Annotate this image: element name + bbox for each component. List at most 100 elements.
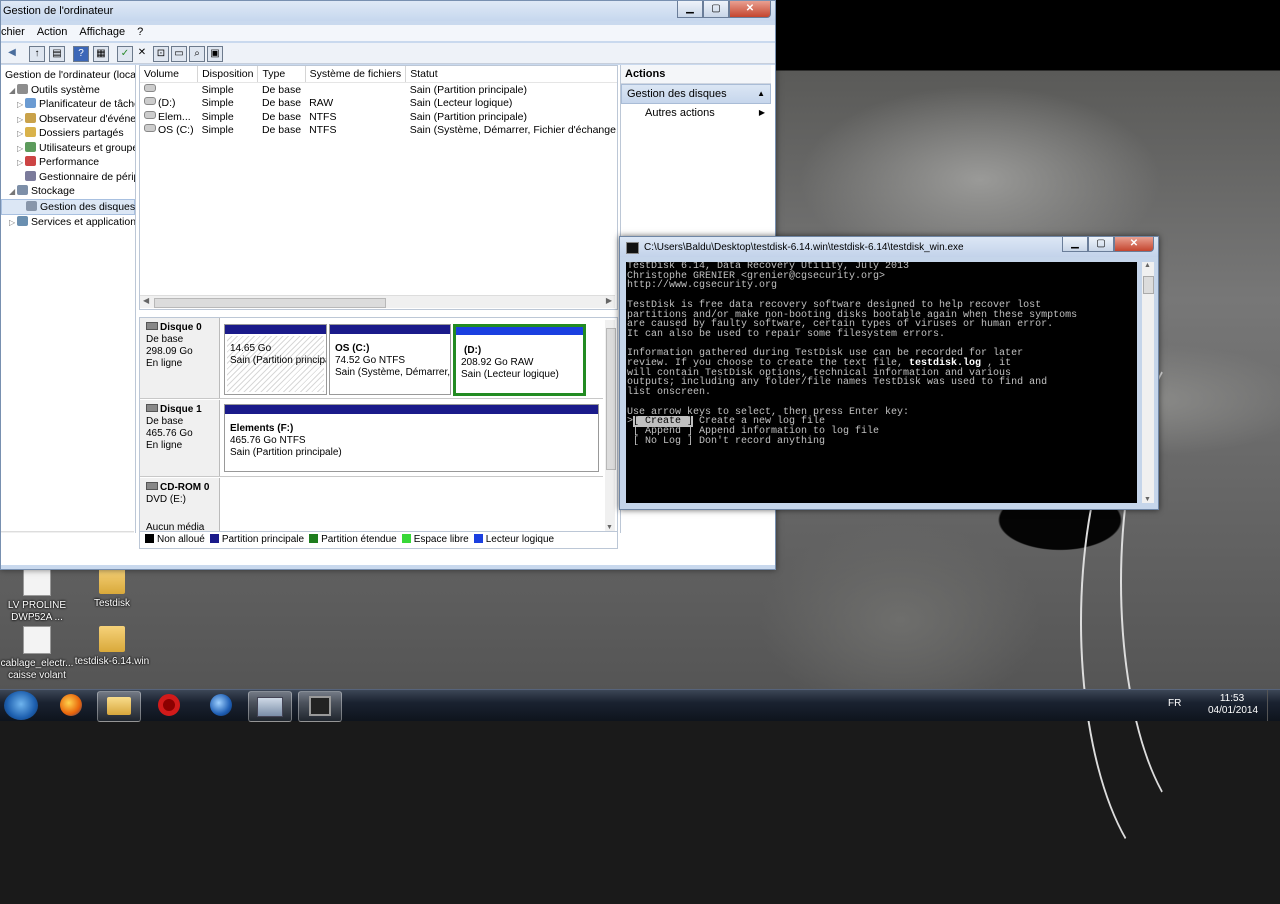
partition-elements-f[interactable]: Elements (F:) 465.76 Go NTFS Sain (Parti… — [224, 404, 599, 472]
close-button[interactable]: ✕ — [729, 1, 771, 18]
desktop-icon-testdisk[interactable]: Testdisk — [72, 568, 152, 610]
tools-icon — [17, 83, 28, 94]
tree-item-users[interactable]: ▷Utilisateurs et groupes l — [1, 141, 135, 156]
desktop-icon-cablage[interactable]: cablage_electr... caisse volant — [0, 626, 77, 682]
tree-item-computer[interactable]: Gestion de l'ordinateur (local) — [1, 68, 135, 83]
maximize-button[interactable]: ▢ — [703, 1, 729, 18]
tree-item-storage[interactable]: ◢ Stockage — [1, 184, 135, 199]
language-indicator[interactable]: FR — [1168, 698, 1181, 709]
testdisk-icon[interactable] — [298, 691, 342, 722]
console-titlebar[interactable]: C:\Users\Baldu\Desktop\testdisk-6.14.win… — [620, 237, 1158, 257]
legend-label: Lecteur logique — [485, 534, 555, 545]
device-manager-icon — [25, 170, 36, 181]
column-type[interactable]: Type — [257, 66, 306, 83]
menu-help[interactable]: ? — [131, 25, 149, 39]
legend-swatch — [145, 534, 154, 543]
cdrom-info[interactable]: CD-ROM 0 DVD (E:) Aucun média — [140, 478, 220, 533]
volume-table: Volume Disposition Type Système de fichi… — [140, 66, 617, 138]
cdrom-row[interactable]: CD-ROM 0 DVD (E:) Aucun média — [140, 478, 603, 533]
collapsed-arrow-icon[interactable]: ▷ — [17, 127, 25, 141]
firefox-icon[interactable] — [50, 691, 92, 720]
table-row[interactable]: OS (C:) Simple De base NTFS Sain (Système, D… — [140, 124, 617, 138]
column-status[interactable]: Statut — [405, 66, 617, 83]
menu-affichage[interactable]: Affichage — [73, 25, 131, 39]
delete-icon[interactable]: ✕ — [135, 46, 149, 60]
legend-swatch — [209, 534, 219, 543]
console-line: http://www.cgsecurity.org — [627, 280, 778, 292]
collapsed-arrow-icon[interactable]: ▷ — [9, 216, 17, 230]
windows-start-icon[interactable] — [4, 691, 38, 720]
open-folder-icon[interactable]: ▭ — [171, 46, 187, 62]
partition-d[interactable]: (D:) 208.92 Go RAW Sain (Lecteur logique… — [453, 324, 586, 396]
console-minimize-button[interactable]: ▁ — [1062, 237, 1088, 252]
tree-item-device-manager[interactable]: Gestionnaire de périphé — [1, 170, 135, 185]
tree-item-tools[interactable]: ◢ Outils système — [1, 83, 135, 98]
window-title: Gestion de l'ordinateur — [3, 5, 114, 17]
column-volume[interactable]: Volume — [140, 66, 199, 83]
tree-item-event-viewer[interactable]: ▷Observateur d'événeme — [1, 112, 135, 127]
disk-1-info[interactable]: Disque 1 De base 465.76 Go En ligne — [140, 400, 220, 476]
partition-unnamed[interactable]: 14.65 Go Sain (Partition principale) — [224, 324, 327, 395]
minimize-button[interactable]: ▁ — [677, 1, 703, 18]
help-icon[interactable]: ? — [73, 46, 89, 62]
console-screen[interactable]: TestDisk 6.14, Data Recovery Utility, Ju… — [626, 262, 1137, 503]
collapsed-arrow-icon[interactable]: ▷ — [17, 156, 25, 170]
console-line: It can also be used to repair some files… — [627, 328, 946, 340]
partition-os-c[interactable]: OS (C:) 74.52 Go NTFS Sain (Système, Dém… — [329, 324, 451, 395]
taskbar: FR 11:53 04/01/2014 — [0, 689, 1280, 722]
up-folder-icon[interactable]: ↑ — [29, 46, 45, 62]
tree-item-shared-folder[interactable]: ▷ Dossiers partagés — [1, 126, 135, 141]
console-vertical-scrollbar[interactable]: ▲ ▼ — [1142, 262, 1154, 503]
computer-management-icon[interactable] — [248, 691, 292, 722]
menu-action[interactable]: Action — [31, 25, 74, 39]
console-maximize-button[interactable]: ▢ — [1088, 237, 1114, 252]
table-row[interactable]: Simple De base Sain (Partition principale) — [140, 83, 617, 97]
collapsed-arrow-icon[interactable]: ▷ — [17, 142, 25, 156]
show-pane-icon[interactable]: ▦ — [93, 46, 109, 62]
table-row[interactable]: Elem... Simple De base NTFS Sain (Partition … — [140, 110, 617, 124]
show-desktop-button[interactable] — [1267, 690, 1280, 721]
rescan-icon[interactable]: ⊡ — [153, 46, 169, 62]
collapsed-arrow-icon[interactable]: ▷ — [17, 98, 25, 112]
disk-map-vertical-scrollbar[interactable]: ▼ — [605, 320, 616, 531]
disk-0-info[interactable]: Disque 0 De base 298.09 Go En ligne — [140, 318, 220, 398]
tree-item-disk-management[interactable]: Gestion des disques — [1, 198, 135, 215]
clock[interactable]: 11:53 04/01/2014 — [1208, 693, 1258, 717]
desktop-icon-testdisk-win[interactable]: testdisk-6.14.win — [72, 626, 152, 668]
menu-fichier[interactable]: chier — [1, 25, 31, 39]
tree-horizontal-scrollbar[interactable]: ◀ ▶ — [1, 531, 134, 533]
properties-icon[interactable]: ✓ — [117, 46, 133, 62]
expanded-arrow-icon[interactable]: ◢ — [9, 84, 17, 98]
more-actions[interactable]: Autres actions ▶ — [621, 104, 771, 122]
tree-item-performance[interactable]: ▷ Performance — [1, 155, 135, 170]
column-disposition[interactable]: Disposition — [197, 66, 259, 83]
disk-0-row[interactable]: Disque 0 De base 298.09 Go En ligne 14.6… — [140, 318, 603, 399]
explorer-icon[interactable] — [97, 691, 141, 722]
console-close-button[interactable]: ✕ — [1114, 237, 1154, 252]
legend-swatch — [309, 534, 319, 543]
cdrom-icon — [146, 482, 158, 490]
log-option-2[interactable]: [ No Log ] Don't record anything — [627, 436, 1137, 447]
desktop-icon-lv-proline[interactable]: LV PROLINE DWP52A ... — [0, 568, 77, 624]
volume-horizontal-scrollbar[interactable]: ◀ ▶ — [140, 295, 615, 308]
clock-icon — [25, 98, 36, 108]
collapsed-arrow-icon[interactable]: ▷ — [17, 113, 25, 127]
back-arrow-icon[interactable]: ◀ — [5, 46, 19, 60]
tree-item-services[interactable]: ▷ Services et applications — [1, 215, 135, 230]
disk-1-row[interactable]: Disque 1 De base 465.76 Go En ligne Elem… — [140, 400, 603, 477]
actions-section-disk-management[interactable]: Gestion des disques ▲ — [621, 84, 771, 104]
users-icon — [25, 141, 36, 152]
search-icon[interactable]: ⌕ — [189, 46, 205, 62]
expanded-arrow-icon[interactable]: ◢ — [9, 185, 17, 199]
legend-label: Partition principale — [221, 534, 305, 545]
opera-icon[interactable] — [148, 691, 190, 720]
column-filesystem[interactable]: Système de fichiers — [305, 66, 407, 83]
legend-swatch — [401, 534, 411, 543]
disk-icon[interactable]: ▣ — [207, 46, 223, 62]
tree-item-clock[interactable]: ▷ Planificateur de tâches — [1, 97, 135, 112]
google-earth-icon[interactable] — [200, 691, 242, 720]
window-titlebar[interactable]: Gestion de l'ordinateur ▁ ▢ ✕ — [1, 1, 775, 21]
services-icon — [17, 216, 28, 226]
table-row[interactable]: (D:) Simple De base RAW Sain (Lecteur logiqu… — [140, 97, 617, 111]
show-tree-icon[interactable]: ▤ — [49, 46, 65, 62]
